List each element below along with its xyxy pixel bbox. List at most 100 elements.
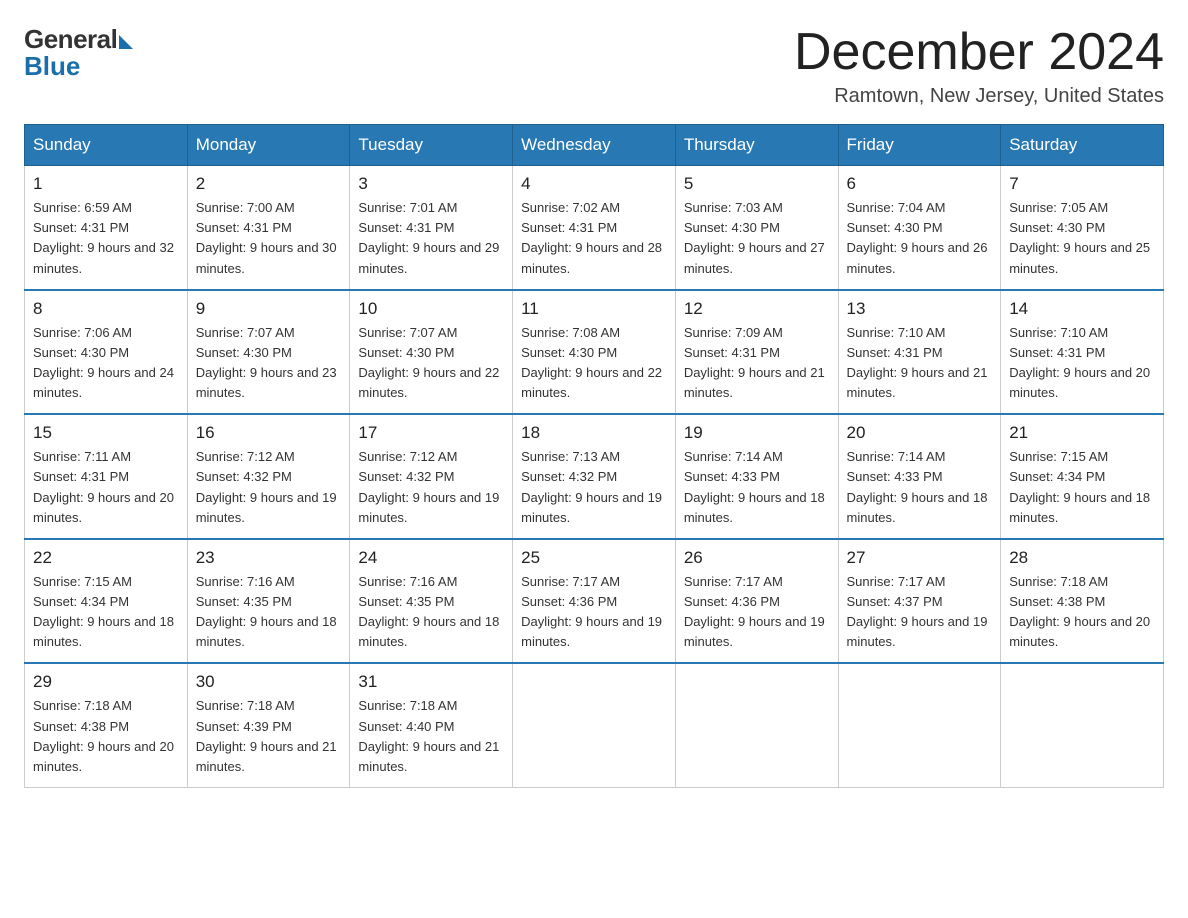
day-info: Sunrise: 7:11 AMSunset: 4:31 PMDaylight:…: [33, 447, 179, 528]
day-cell-21: 21 Sunrise: 7:15 AMSunset: 4:34 PMDaylig…: [1001, 414, 1164, 539]
day-cell-5: 5 Sunrise: 7:03 AMSunset: 4:30 PMDayligh…: [675, 166, 838, 290]
day-cell-9: 9 Sunrise: 7:07 AMSunset: 4:30 PMDayligh…: [187, 290, 350, 415]
day-number: 23: [196, 548, 342, 568]
day-cell-8: 8 Sunrise: 7:06 AMSunset: 4:30 PMDayligh…: [25, 290, 188, 415]
page-header: General Blue December 2024 Ramtown, New …: [24, 24, 1164, 108]
day-cell-3: 3 Sunrise: 7:01 AMSunset: 4:31 PMDayligh…: [350, 166, 513, 290]
day-info: Sunrise: 7:18 AMSunset: 4:39 PMDaylight:…: [196, 696, 342, 777]
day-cell-13: 13 Sunrise: 7:10 AMSunset: 4:31 PMDaylig…: [838, 290, 1001, 415]
day-number: 30: [196, 672, 342, 692]
header-day-thursday: Thursday: [675, 125, 838, 166]
day-info: Sunrise: 7:17 AMSunset: 4:37 PMDaylight:…: [847, 572, 993, 653]
day-info: Sunrise: 7:18 AMSunset: 4:38 PMDaylight:…: [33, 696, 179, 777]
empty-cell: [838, 663, 1001, 787]
header-day-friday: Friday: [838, 125, 1001, 166]
day-number: 18: [521, 423, 667, 443]
day-cell-26: 26 Sunrise: 7:17 AMSunset: 4:36 PMDaylig…: [675, 539, 838, 664]
day-number: 5: [684, 174, 830, 194]
day-cell-29: 29 Sunrise: 7:18 AMSunset: 4:38 PMDaylig…: [25, 663, 188, 787]
day-number: 21: [1009, 423, 1155, 443]
header-day-wednesday: Wednesday: [513, 125, 676, 166]
week-row-1: 1 Sunrise: 6:59 AMSunset: 4:31 PMDayligh…: [25, 166, 1164, 290]
day-info: Sunrise: 7:17 AMSunset: 4:36 PMDaylight:…: [684, 572, 830, 653]
day-number: 17: [358, 423, 504, 443]
day-number: 22: [33, 548, 179, 568]
day-number: 15: [33, 423, 179, 443]
day-cell-14: 14 Sunrise: 7:10 AMSunset: 4:31 PMDaylig…: [1001, 290, 1164, 415]
day-info: Sunrise: 7:07 AMSunset: 4:30 PMDaylight:…: [196, 323, 342, 404]
day-number: 4: [521, 174, 667, 194]
day-info: Sunrise: 7:18 AMSunset: 4:40 PMDaylight:…: [358, 696, 504, 777]
day-number: 12: [684, 299, 830, 319]
day-number: 24: [358, 548, 504, 568]
day-cell-19: 19 Sunrise: 7:14 AMSunset: 4:33 PMDaylig…: [675, 414, 838, 539]
week-row-3: 15 Sunrise: 7:11 AMSunset: 4:31 PMDaylig…: [25, 414, 1164, 539]
day-number: 19: [684, 423, 830, 443]
day-info: Sunrise: 7:03 AMSunset: 4:30 PMDaylight:…: [684, 198, 830, 279]
day-cell-28: 28 Sunrise: 7:18 AMSunset: 4:38 PMDaylig…: [1001, 539, 1164, 664]
day-info: Sunrise: 7:10 AMSunset: 4:31 PMDaylight:…: [1009, 323, 1155, 404]
day-info: Sunrise: 7:16 AMSunset: 4:35 PMDaylight:…: [358, 572, 504, 653]
day-cell-18: 18 Sunrise: 7:13 AMSunset: 4:32 PMDaylig…: [513, 414, 676, 539]
day-info: Sunrise: 6:59 AMSunset: 4:31 PMDaylight:…: [33, 198, 179, 279]
day-info: Sunrise: 7:16 AMSunset: 4:35 PMDaylight:…: [196, 572, 342, 653]
day-info: Sunrise: 7:10 AMSunset: 4:31 PMDaylight:…: [847, 323, 993, 404]
day-number: 11: [521, 299, 667, 319]
day-info: Sunrise: 7:14 AMSunset: 4:33 PMDaylight:…: [847, 447, 993, 528]
day-info: Sunrise: 7:05 AMSunset: 4:30 PMDaylight:…: [1009, 198, 1155, 279]
title-block: December 2024 Ramtown, New Jersey, Unite…: [794, 24, 1164, 108]
day-number: 8: [33, 299, 179, 319]
day-cell-4: 4 Sunrise: 7:02 AMSunset: 4:31 PMDayligh…: [513, 166, 676, 290]
day-cell-20: 20 Sunrise: 7:14 AMSunset: 4:33 PMDaylig…: [838, 414, 1001, 539]
day-number: 28: [1009, 548, 1155, 568]
day-cell-15: 15 Sunrise: 7:11 AMSunset: 4:31 PMDaylig…: [25, 414, 188, 539]
header-row: SundayMondayTuesdayWednesdayThursdayFrid…: [25, 125, 1164, 166]
day-number: 3: [358, 174, 504, 194]
day-info: Sunrise: 7:08 AMSunset: 4:30 PMDaylight:…: [521, 323, 667, 404]
day-info: Sunrise: 7:07 AMSunset: 4:30 PMDaylight:…: [358, 323, 504, 404]
day-cell-12: 12 Sunrise: 7:09 AMSunset: 4:31 PMDaylig…: [675, 290, 838, 415]
day-info: Sunrise: 7:01 AMSunset: 4:31 PMDaylight:…: [358, 198, 504, 279]
day-cell-17: 17 Sunrise: 7:12 AMSunset: 4:32 PMDaylig…: [350, 414, 513, 539]
day-info: Sunrise: 7:09 AMSunset: 4:31 PMDaylight:…: [684, 323, 830, 404]
day-number: 2: [196, 174, 342, 194]
day-info: Sunrise: 7:06 AMSunset: 4:30 PMDaylight:…: [33, 323, 179, 404]
day-info: Sunrise: 7:02 AMSunset: 4:31 PMDaylight:…: [521, 198, 667, 279]
day-cell-11: 11 Sunrise: 7:08 AMSunset: 4:30 PMDaylig…: [513, 290, 676, 415]
week-row-4: 22 Sunrise: 7:15 AMSunset: 4:34 PMDaylig…: [25, 539, 1164, 664]
day-cell-6: 6 Sunrise: 7:04 AMSunset: 4:30 PMDayligh…: [838, 166, 1001, 290]
empty-cell: [513, 663, 676, 787]
day-number: 20: [847, 423, 993, 443]
calendar-subtitle: Ramtown, New Jersey, United States: [794, 85, 1164, 108]
day-cell-10: 10 Sunrise: 7:07 AMSunset: 4:30 PMDaylig…: [350, 290, 513, 415]
day-number: 31: [358, 672, 504, 692]
day-cell-1: 1 Sunrise: 6:59 AMSunset: 4:31 PMDayligh…: [25, 166, 188, 290]
day-info: Sunrise: 7:04 AMSunset: 4:30 PMDaylight:…: [847, 198, 993, 279]
day-cell-2: 2 Sunrise: 7:00 AMSunset: 4:31 PMDayligh…: [187, 166, 350, 290]
empty-cell: [675, 663, 838, 787]
day-info: Sunrise: 7:17 AMSunset: 4:36 PMDaylight:…: [521, 572, 667, 653]
day-number: 29: [33, 672, 179, 692]
day-info: Sunrise: 7:15 AMSunset: 4:34 PMDaylight:…: [1009, 447, 1155, 528]
empty-cell: [1001, 663, 1164, 787]
day-cell-23: 23 Sunrise: 7:16 AMSunset: 4:35 PMDaylig…: [187, 539, 350, 664]
header-day-saturday: Saturday: [1001, 125, 1164, 166]
week-row-2: 8 Sunrise: 7:06 AMSunset: 4:30 PMDayligh…: [25, 290, 1164, 415]
logo-blue-text: Blue: [24, 51, 80, 82]
day-number: 16: [196, 423, 342, 443]
day-info: Sunrise: 7:00 AMSunset: 4:31 PMDaylight:…: [196, 198, 342, 279]
day-info: Sunrise: 7:14 AMSunset: 4:33 PMDaylight:…: [684, 447, 830, 528]
day-number: 6: [847, 174, 993, 194]
day-number: 10: [358, 299, 504, 319]
day-cell-22: 22 Sunrise: 7:15 AMSunset: 4:34 PMDaylig…: [25, 539, 188, 664]
day-number: 14: [1009, 299, 1155, 319]
day-info: Sunrise: 7:12 AMSunset: 4:32 PMDaylight:…: [358, 447, 504, 528]
day-number: 7: [1009, 174, 1155, 194]
day-cell-25: 25 Sunrise: 7:17 AMSunset: 4:36 PMDaylig…: [513, 539, 676, 664]
logo: General Blue: [24, 24, 133, 82]
header-day-monday: Monday: [187, 125, 350, 166]
header-day-tuesday: Tuesday: [350, 125, 513, 166]
day-cell-27: 27 Sunrise: 7:17 AMSunset: 4:37 PMDaylig…: [838, 539, 1001, 664]
day-cell-24: 24 Sunrise: 7:16 AMSunset: 4:35 PMDaylig…: [350, 539, 513, 664]
header-day-sunday: Sunday: [25, 125, 188, 166]
